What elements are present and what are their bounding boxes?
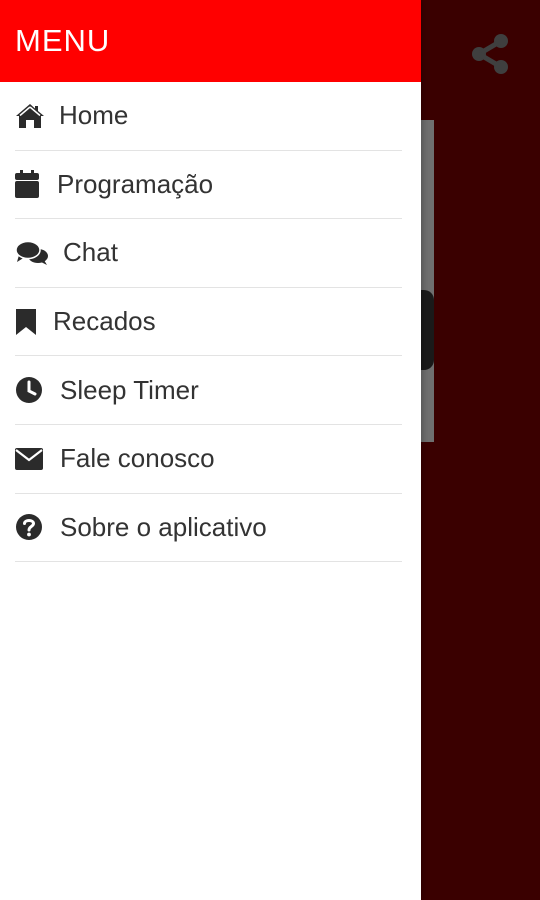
background-content-scrim — [420, 120, 434, 442]
menu-item-fale-conosco[interactable]: Fale conosco — [15, 425, 402, 494]
bookmark-icon — [15, 306, 39, 338]
navigation-drawer: MENU Home Programação Chat Recados Sleep… — [0, 0, 421, 900]
menu-item-chat[interactable]: Chat — [15, 219, 402, 288]
menu-item-programacao[interactable]: Programação — [15, 151, 402, 220]
share-button[interactable] — [466, 30, 514, 78]
calendar-icon — [15, 168, 41, 200]
drawer-title: MENU — [15, 23, 111, 58]
drawer-header: MENU — [0, 0, 421, 82]
home-icon — [15, 100, 47, 132]
menu-label-home: Home — [59, 100, 129, 131]
question-circle-icon — [15, 511, 45, 543]
menu-label-chat: Chat — [63, 237, 118, 268]
envelope-icon — [15, 443, 45, 475]
menu-label-recados: Recados — [53, 306, 156, 337]
menu-item-home[interactable]: Home — [15, 82, 402, 151]
menu-item-sobre-o-aplicativo[interactable]: Sobre o aplicativo — [15, 494, 402, 563]
menu-label-programacao: Programação — [57, 168, 214, 199]
clock-icon — [15, 374, 45, 406]
menu-item-sleep-timer[interactable]: Sleep Timer — [15, 356, 402, 425]
menu-label-sobre-o-aplicativo: Sobre o aplicativo — [60, 511, 267, 542]
menu-label-fale-conosco: Fale conosco — [60, 443, 215, 474]
background-content-element — [420, 290, 434, 370]
menu-item-recados[interactable]: Recados — [15, 288, 402, 357]
menu-label-sleep-timer: Sleep Timer — [60, 374, 199, 405]
menu-list: Home Programação Chat Recados Sleep Time… — [0, 82, 421, 563]
share-icon — [472, 34, 508, 74]
chat-bubbles-icon — [15, 237, 49, 269]
